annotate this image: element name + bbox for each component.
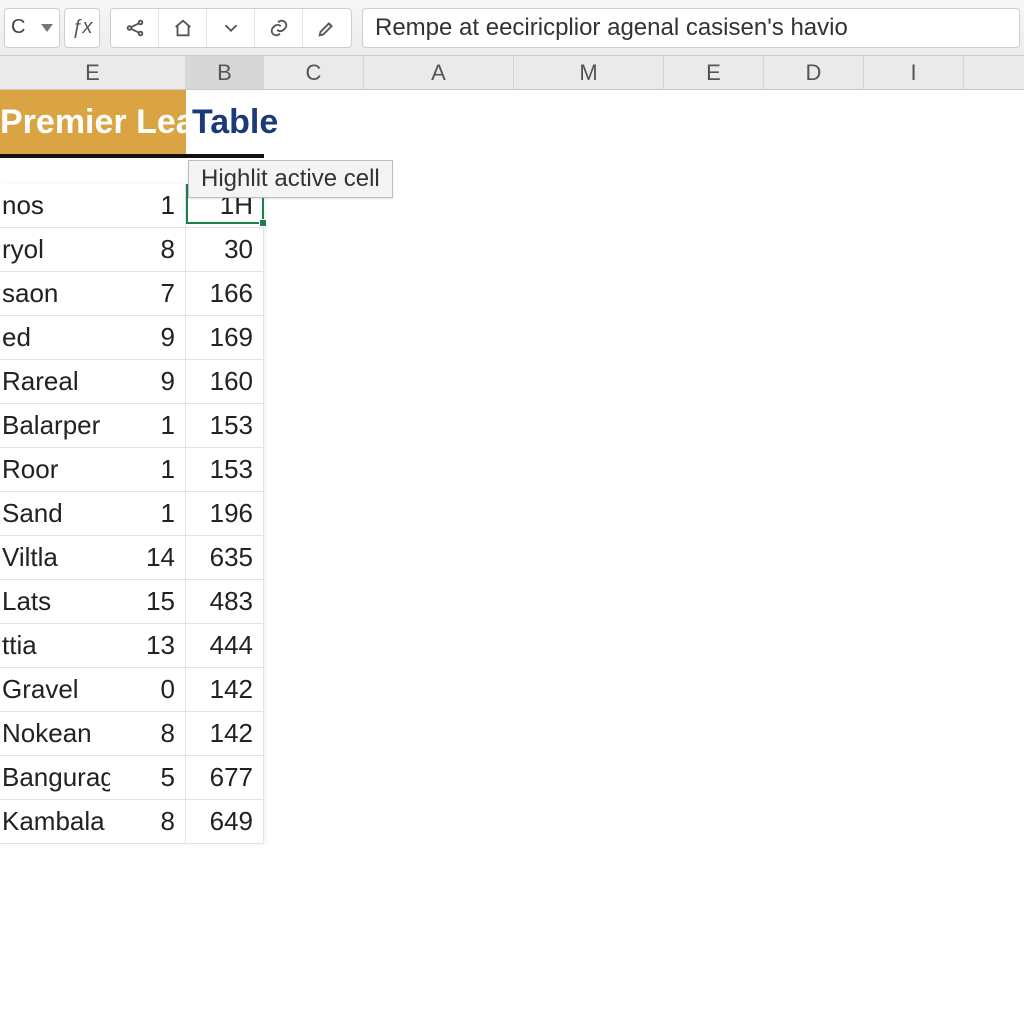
sheet-area: Premier League Table ↔ Highlit active ce… <box>0 90 1024 844</box>
cell-name[interactable]: Roor <box>0 448 110 491</box>
cell-name[interactable]: Gravel <box>0 668 110 711</box>
cell-name[interactable]: ryol <box>0 228 110 271</box>
cell-value-c[interactable]: 169 <box>186 316 264 359</box>
table-row: Roor1153 <box>0 448 264 492</box>
cell-value-b[interactable]: 8 <box>110 800 186 843</box>
table-row: ryol830 <box>0 228 264 272</box>
column-header-a-3[interactable]: A <box>364 56 514 89</box>
table-row: Lats15483 <box>0 580 264 624</box>
cell-value-c[interactable]: 153 <box>186 404 264 447</box>
table-row: Nokean8142 <box>0 712 264 756</box>
tooltip-highlight-active: Highlit active cell <box>188 160 393 198</box>
cell-name[interactable]: Lats <box>0 580 110 623</box>
table-row: Viltla14635 <box>0 536 264 580</box>
table-row: ttia13444 <box>0 624 264 668</box>
cell-value-b[interactable]: 9 <box>110 316 186 359</box>
column-header-b-1[interactable]: B <box>186 56 264 89</box>
share-icon[interactable] <box>111 9 159 47</box>
cell-name[interactable]: Kambala <box>0 800 110 843</box>
column-header-d-6[interactable]: D <box>764 56 864 89</box>
dropdown-icon[interactable] <box>41 24 53 32</box>
chevron-down-icon[interactable] <box>207 9 255 47</box>
formula-text: Rempe at eeciricplior agenal casisen's h… <box>375 14 848 42</box>
table-row: saon7166 <box>0 272 264 316</box>
cell-name[interactable]: nos <box>0 184 110 227</box>
link-icon[interactable] <box>255 9 303 47</box>
name-box-value: C <box>11 16 25 39</box>
name-box[interactable]: C <box>4 8 60 48</box>
column-header-e-5[interactable]: E <box>664 56 764 89</box>
table-row: Gravel0142 <box>0 668 264 712</box>
column-header-m-4[interactable]: M <box>514 56 664 89</box>
cell-value-c[interactable]: 160 <box>186 360 264 403</box>
cell-value-b[interactable]: 14 <box>110 536 186 579</box>
table-row: Balarper1153 <box>0 404 264 448</box>
cell-name[interactable]: Viltla <box>0 536 110 579</box>
cell-value-b[interactable]: 8 <box>110 712 186 755</box>
cell-value-c[interactable]: 153 <box>186 448 264 491</box>
cell-value-b[interactable]: 7 <box>110 272 186 315</box>
fx-label: ƒx <box>71 16 92 39</box>
cell-name[interactable]: Sand <box>0 492 110 535</box>
cell-value-b[interactable]: 15 <box>110 580 186 623</box>
cell-value-c[interactable]: 142 <box>186 712 264 755</box>
column-header-i-7[interactable]: I <box>864 56 964 89</box>
table-row: Banguragel5677 <box>0 756 264 800</box>
column-headers: EBCAMEDI <box>0 56 1024 90</box>
cell-value-b[interactable]: 8 <box>110 228 186 271</box>
cell-value-b[interactable]: 1 <box>110 492 186 535</box>
home-icon[interactable] <box>159 9 207 47</box>
cell-value-b[interactable]: 1 <box>110 404 186 447</box>
title-premier-league: Premier League <box>0 90 186 158</box>
cell-value-c[interactable]: 649 <box>186 800 264 843</box>
column-header-e-0[interactable]: E <box>0 56 186 89</box>
cell-value-b[interactable]: 0 <box>110 668 186 711</box>
cell-value-c[interactable]: 677 <box>186 756 264 799</box>
cell-value-c[interactable]: 635 <box>186 536 264 579</box>
cell-value-c[interactable]: 166 <box>186 272 264 315</box>
formula-bar[interactable]: Rempe at eeciricplior agenal casisen's h… <box>362 8 1020 48</box>
cell-name[interactable]: Banguragel <box>0 756 110 799</box>
cell-name[interactable]: Rareal <box>0 360 110 403</box>
toolbar-button-group <box>110 8 352 48</box>
toolbar: C ƒx Rempe at eeciricplior agenal casise… <box>0 0 1024 56</box>
title-row: Premier League Table <box>0 90 1024 158</box>
table-row: Kambala8649 <box>0 800 264 844</box>
cell-value-b[interactable]: 9 <box>110 360 186 403</box>
cell-name[interactable]: ed <box>0 316 110 359</box>
data-rows: nos11Hryol830saon7166ed9169Rareal9160Bal… <box>0 184 264 844</box>
cell-value-c[interactable]: 196 <box>186 492 264 535</box>
cell-name[interactable]: Balarper <box>0 404 110 447</box>
cell-name[interactable]: ttia <box>0 624 110 667</box>
cell-value-c[interactable]: 483 <box>186 580 264 623</box>
title-table: Table <box>186 90 264 158</box>
cell-value-b[interactable]: 5 <box>110 756 186 799</box>
table-row: ed9169 <box>0 316 264 360</box>
table-row: Rareal9160 <box>0 360 264 404</box>
cell-value-c[interactable]: 142 <box>186 668 264 711</box>
cell-value-b[interactable]: 1 <box>110 184 186 227</box>
cell-name[interactable]: saon <box>0 272 110 315</box>
table-row: Sand1196 <box>0 492 264 536</box>
cell-value-b[interactable]: 1 <box>110 448 186 491</box>
cell-value-c[interactable]: 444 <box>186 624 264 667</box>
column-header-c-2[interactable]: C <box>264 56 364 89</box>
fill-handle[interactable] <box>259 219 267 227</box>
cell-value-c[interactable]: 30 <box>186 228 264 271</box>
fx-button[interactable]: ƒx <box>64 8 100 48</box>
cell-value-b[interactable]: 13 <box>110 624 186 667</box>
eyedropper-icon[interactable] <box>303 9 351 47</box>
cell-name[interactable]: Nokean <box>0 712 110 755</box>
